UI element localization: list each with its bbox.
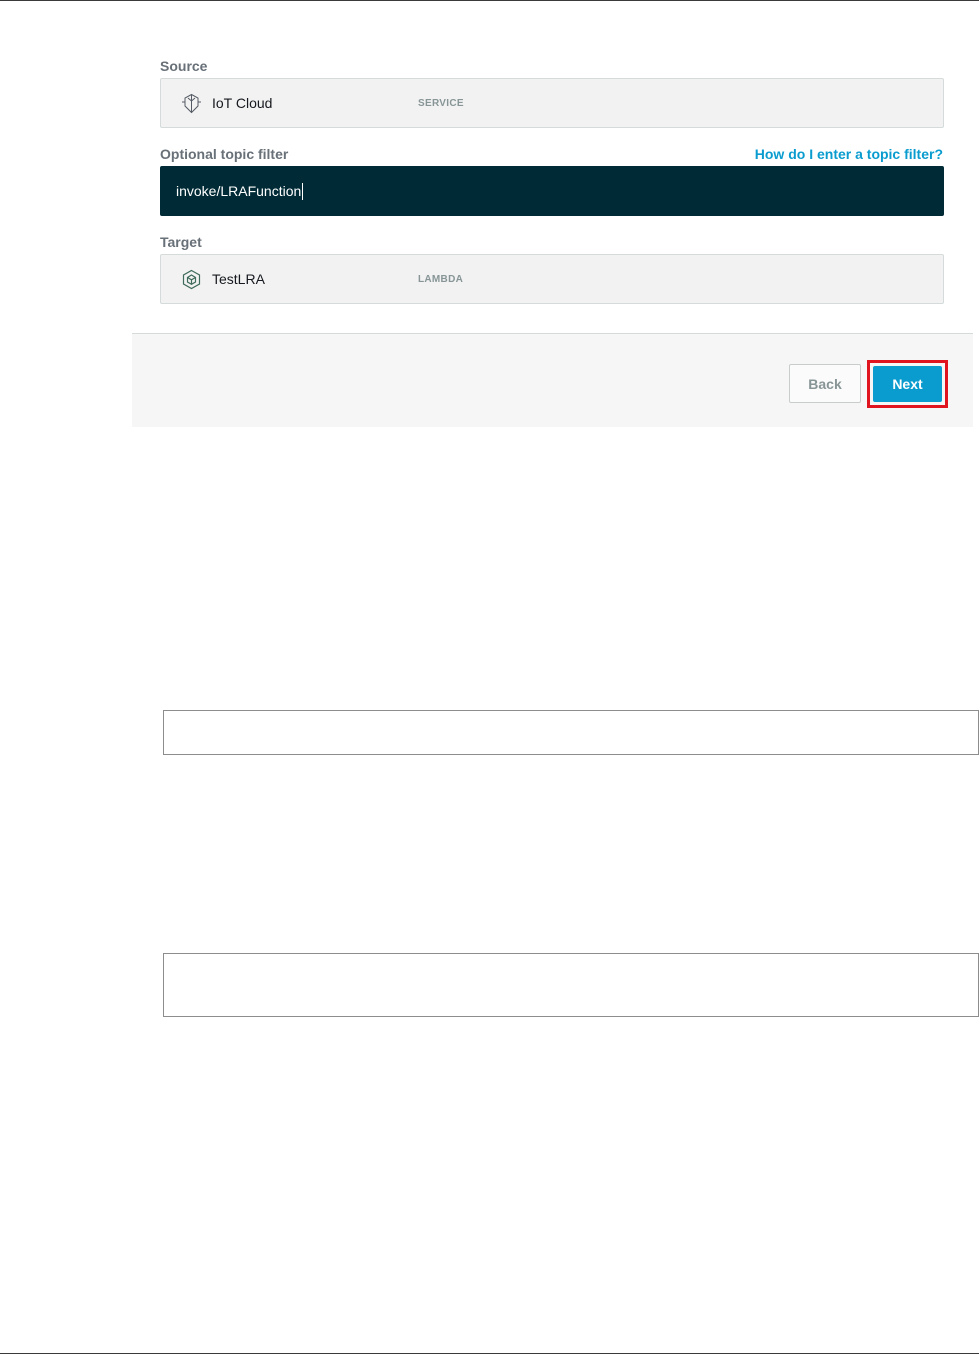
topic-filter-help-link[interactable]: How do I enter a topic filter? <box>755 146 943 162</box>
source-kind: SERVICE <box>418 97 464 109</box>
source-tile[interactable]: IoT Cloud SERVICE <box>160 78 944 128</box>
text-caret <box>302 182 304 200</box>
back-button[interactable]: Back <box>789 364 861 403</box>
iot-cloud-icon <box>181 93 202 114</box>
target-kind: LAMBDA <box>418 273 464 285</box>
topic-filter-value: invoke/LRAFunction <box>176 183 302 199</box>
lambda-function-icon <box>181 269 202 290</box>
wizard-footer: Back Next <box>132 333 973 427</box>
empty-panel <box>163 953 979 1017</box>
next-button[interactable]: Next <box>873 366 942 402</box>
target-name: TestLRA <box>212 271 265 287</box>
next-button-highlight: Next <box>867 360 948 408</box>
target-label: Target <box>160 234 202 250</box>
source-label: Source <box>160 58 208 74</box>
bottom-border <box>0 1353 979 1354</box>
empty-panel <box>163 710 979 755</box>
target-tile[interactable]: TestLRA LAMBDA <box>160 254 944 304</box>
top-border <box>0 0 979 1</box>
topic-filter-label: Optional topic filter <box>160 146 289 162</box>
topic-filter-input[interactable]: invoke/LRAFunction <box>160 166 944 216</box>
source-name: IoT Cloud <box>212 95 273 111</box>
